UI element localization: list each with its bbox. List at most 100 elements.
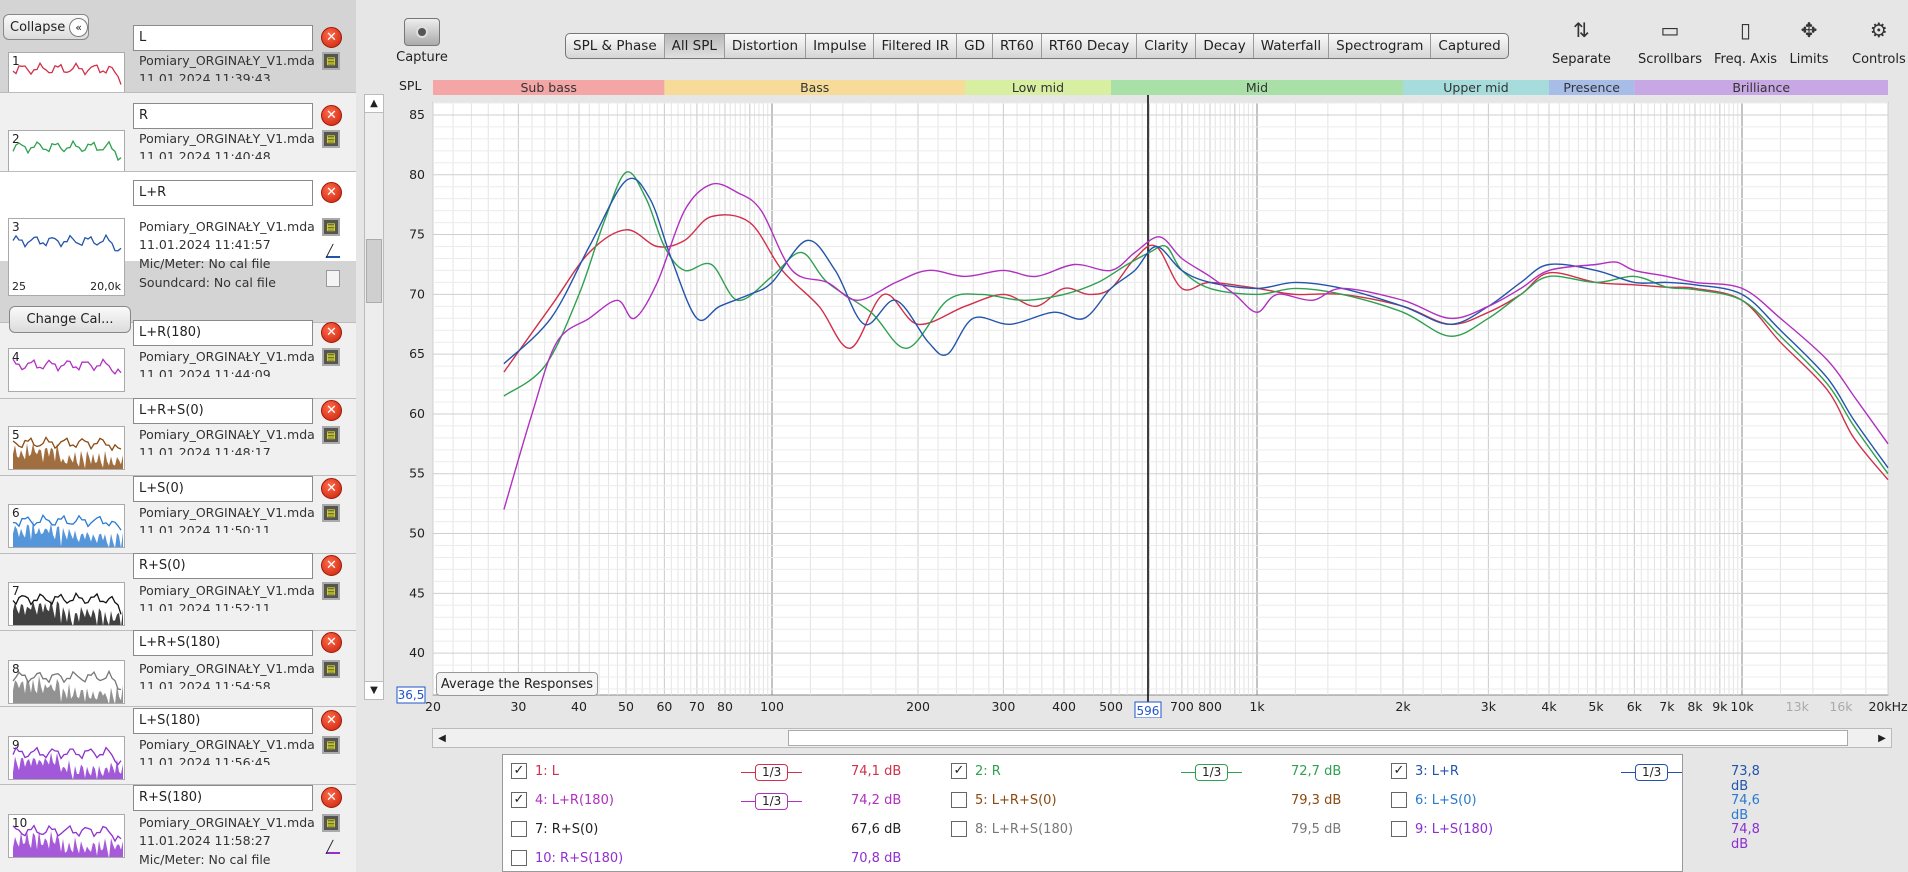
- measurement-thumbnail[interactable]: 9: [8, 736, 125, 780]
- legend-checkbox[interactable]: ✓: [951, 763, 967, 779]
- save-icon[interactable]: ▤: [322, 130, 340, 148]
- delete-icon[interactable]: ✕: [321, 105, 342, 126]
- delete-icon[interactable]: ✕: [321, 27, 342, 48]
- average-responses-button[interactable]: Average the Responses: [436, 672, 598, 696]
- tab-captured[interactable]: Captured: [1431, 34, 1507, 58]
- save-icon[interactable]: ▤: [322, 52, 340, 70]
- tab-spl-phase[interactable]: SPL & Phase: [566, 34, 665, 58]
- smoothing-label: 1/3: [1635, 764, 1668, 781]
- save-icon[interactable]: ▤: [322, 814, 340, 832]
- spl-chart[interactable]: Sub bass Bass Low mid Mid Upper mid Presence B…: [395, 78, 1908, 718]
- tab-waterfall[interactable]: Waterfall: [1254, 34, 1329, 58]
- limits-button[interactable]: ✥ Limits: [1788, 14, 1830, 67]
- measurement-name-input[interactable]: L+R(180): [133, 320, 313, 346]
- delete-icon[interactable]: ✕: [321, 182, 342, 203]
- measurement-thumbnail[interactable]: 4: [8, 348, 125, 392]
- legend-checkbox[interactable]: ✓: [511, 792, 527, 808]
- legend-checkbox[interactable]: [1391, 821, 1407, 837]
- save-icon[interactable]: ▤: [322, 426, 340, 444]
- legend-item[interactable]: ✓ 2: R: [951, 763, 1001, 779]
- measurement-name-input[interactable]: L+S(0): [133, 476, 313, 502]
- scrollbar-thumb[interactable]: [788, 730, 1848, 746]
- measurement-thumbnail[interactable]: 8: [8, 660, 125, 704]
- tab-rt60[interactable]: RT60: [993, 34, 1042, 58]
- measurement-thumbnail[interactable]: 1: [8, 52, 125, 96]
- legend-checkbox[interactable]: [511, 821, 527, 837]
- measurement-name-input[interactable]: L+S(180): [133, 708, 313, 734]
- measurement-thumbnail[interactable]: 3 25 20,0k: [8, 218, 125, 296]
- change-cal-button[interactable]: Change Cal...: [9, 306, 131, 333]
- legend-checkbox[interactable]: [1391, 792, 1407, 808]
- tab-impulse[interactable]: Impulse: [806, 34, 874, 58]
- save-icon[interactable]: ▤: [322, 218, 340, 236]
- legend-checkbox[interactable]: [511, 850, 527, 866]
- measurement-name-input[interactable]: R: [133, 103, 313, 129]
- tab-gd[interactable]: GD: [957, 34, 993, 58]
- measurement-thumbnail[interactable]: 7: [8, 582, 125, 626]
- legend-item[interactable]: ✓ 4: L+R(180): [511, 792, 614, 808]
- save-icon[interactable]: ▤: [322, 736, 340, 754]
- save-icon[interactable]: ▤: [322, 660, 340, 678]
- pen-icon[interactable]: ╱: [326, 840, 340, 854]
- measurement-thumbnail[interactable]: 2: [8, 130, 125, 174]
- frequency-scrollbar[interactable]: ◀ ▶: [432, 728, 1892, 748]
- legend-item[interactable]: 9: L+S(180): [1391, 821, 1493, 837]
- freq-axis-button[interactable]: ▯ Freq. Axis: [1714, 14, 1777, 67]
- tab-rt60-decay[interactable]: RT60 Decay: [1042, 34, 1138, 58]
- save-icon[interactable]: ▤: [322, 504, 340, 522]
- tab-filtered-ir[interactable]: Filtered IR: [874, 34, 957, 58]
- measurement-name-input[interactable]: L: [133, 25, 313, 51]
- delete-icon[interactable]: ✕: [321, 632, 342, 653]
- tab-spectrogram[interactable]: Spectrogram: [1329, 34, 1431, 58]
- legend-item[interactable]: ✓ 1: L: [511, 763, 559, 779]
- save-icon[interactable]: ▤: [322, 582, 340, 600]
- legend-item[interactable]: 6: L+S(0): [1391, 792, 1477, 808]
- scrollbar-thumb[interactable]: [366, 239, 382, 303]
- legend-item[interactable]: ✓ 3: L+R: [1391, 763, 1459, 779]
- document-icon[interactable]: [326, 270, 340, 287]
- legend-item[interactable]: 7: R+S(0): [511, 821, 598, 837]
- delete-icon[interactable]: ✕: [321, 322, 342, 343]
- legend-checkbox[interactable]: ✓: [511, 763, 527, 779]
- measurement-name-input[interactable]: L+R+S(0): [133, 398, 313, 424]
- measurement-thumbnail[interactable]: 10: [8, 814, 125, 858]
- measurements-scrollbar[interactable]: ▲ ▼: [364, 94, 384, 700]
- smoothing-control[interactable]: 1/3: [741, 764, 802, 781]
- measurement-name-input[interactable]: R+S(180): [133, 785, 313, 811]
- double-chevron-left-icon: «: [69, 18, 88, 37]
- scroll-up-icon[interactable]: ▲: [365, 95, 383, 113]
- scroll-right-icon[interactable]: ▶: [1873, 729, 1891, 747]
- tab-distortion[interactable]: Distortion: [725, 34, 806, 58]
- legend-item[interactable]: 10: R+S(180): [511, 850, 623, 866]
- legend-item[interactable]: 5: L+R+S(0): [951, 792, 1057, 808]
- capture-button[interactable]: Capture: [392, 18, 452, 70]
- separate-button[interactable]: ⇅ Separate: [1552, 14, 1611, 67]
- measurement-name-input[interactable]: L+R+S(180): [133, 630, 313, 656]
- tab-decay[interactable]: Decay: [1196, 34, 1253, 58]
- collapse-button[interactable]: Collapse «: [3, 14, 89, 40]
- delete-icon[interactable]: ✕: [321, 555, 342, 576]
- legend-checkbox[interactable]: [951, 821, 967, 837]
- scroll-down-icon[interactable]: ▼: [365, 681, 383, 699]
- delete-icon[interactable]: ✕: [321, 478, 342, 499]
- tab-clarity[interactable]: Clarity: [1137, 34, 1196, 58]
- measurement-name-input[interactable]: L+R: [133, 180, 313, 206]
- measurement-thumbnail[interactable]: 6: [8, 504, 125, 548]
- legend-checkbox[interactable]: ✓: [1391, 763, 1407, 779]
- tab-all-spl[interactable]: All SPL: [665, 34, 725, 58]
- scrollbars-button[interactable]: ▭ Scrollbars: [1638, 14, 1702, 67]
- pen-icon[interactable]: ╱: [326, 244, 340, 258]
- save-icon[interactable]: ▤: [322, 348, 340, 366]
- legend-item[interactable]: 8: L+R+S(180): [951, 821, 1073, 837]
- measurement-thumbnail[interactable]: 5: [8, 426, 125, 470]
- smoothing-control[interactable]: 1/3: [741, 793, 802, 810]
- delete-icon[interactable]: ✕: [321, 710, 342, 731]
- delete-icon[interactable]: ✕: [321, 400, 342, 421]
- smoothing-control[interactable]: 1/3: [1621, 764, 1682, 781]
- scroll-left-icon[interactable]: ◀: [433, 729, 451, 747]
- delete-icon[interactable]: ✕: [321, 787, 342, 808]
- controls-button[interactable]: ⚙ Controls: [1852, 14, 1906, 67]
- smoothing-control[interactable]: 1/3: [1181, 764, 1242, 781]
- measurement-name-input[interactable]: R+S(0): [133, 553, 313, 579]
- legend-checkbox[interactable]: [951, 792, 967, 808]
